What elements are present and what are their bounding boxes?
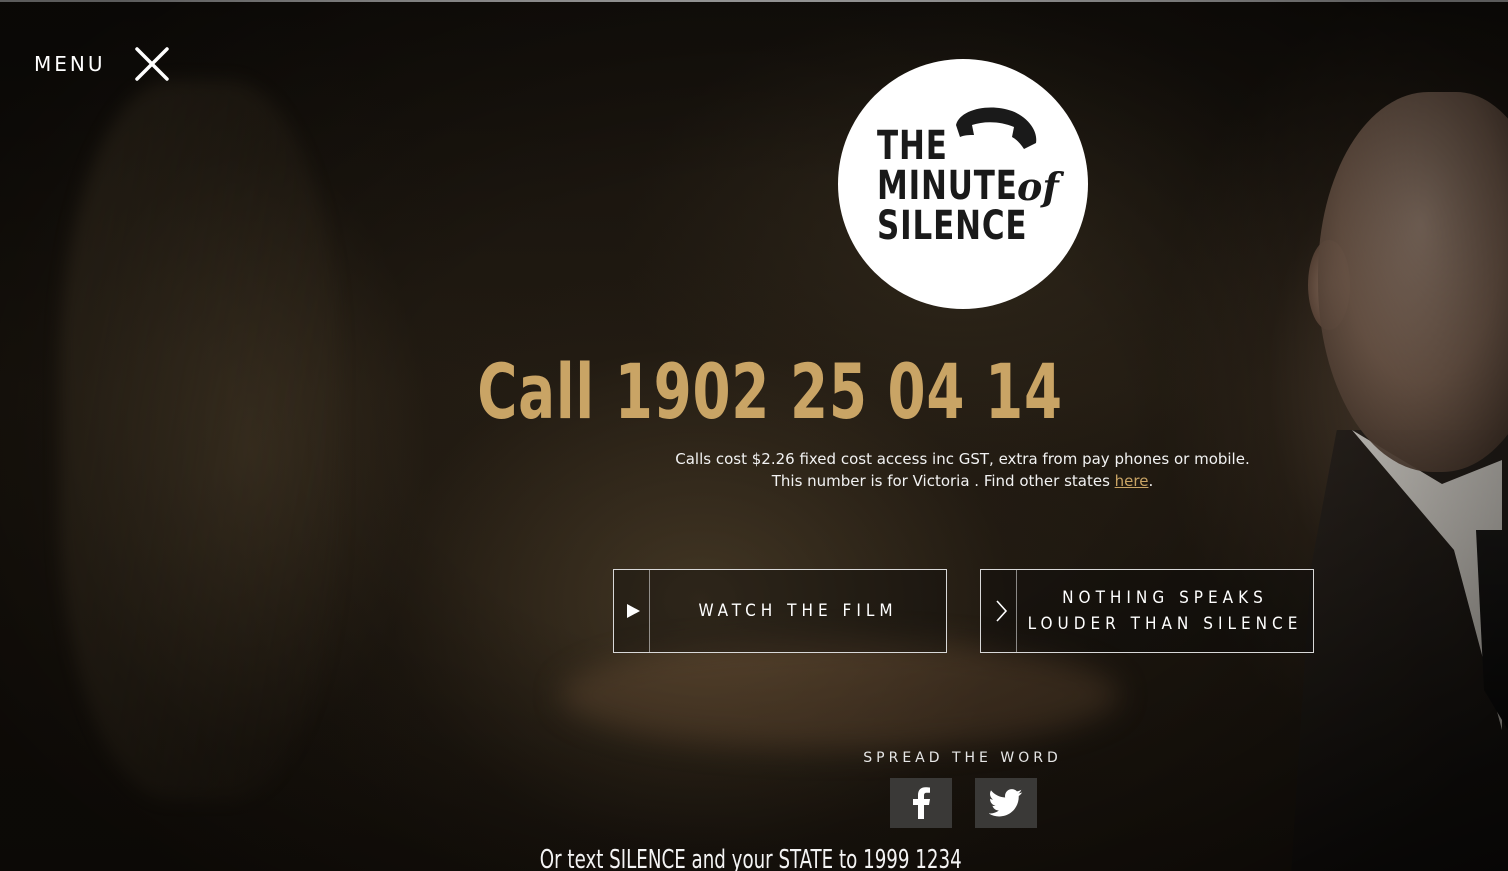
chevron-right-icon bbox=[991, 599, 1009, 623]
call-headline: Call 1902 25 04 14 bbox=[477, 347, 1063, 436]
state-prefix: This number is for Victoria . Find other… bbox=[771, 472, 1115, 490]
other-states-link[interactable]: here bbox=[1115, 472, 1149, 490]
state-suffix: . bbox=[1148, 472, 1154, 490]
page: MENU THE MINUTE of SILENCE Call 1902 25 … bbox=[0, 0, 1508, 871]
twitter-icon bbox=[989, 789, 1023, 817]
menu-label[interactable]: MENU bbox=[34, 52, 106, 76]
call-cost-text: Calls cost $2.26 fixed cost access inc G… bbox=[675, 450, 1250, 468]
spread-the-word-label: SPREAD THE WORD bbox=[863, 750, 1062, 766]
logo[interactable]: THE MINUTE of SILENCE bbox=[838, 59, 1088, 309]
facebook-share-button[interactable] bbox=[890, 778, 952, 828]
watch-film-label: WATCH THE FILM bbox=[698, 601, 898, 621]
twitter-share-button[interactable] bbox=[975, 778, 1037, 828]
nothing-speaks-line2: LOUDER THAN SILENCE bbox=[1027, 614, 1303, 634]
nothing-speaks-line1: NOTHING SPEAKS bbox=[1062, 588, 1268, 608]
logo-line-silence: SILENCE bbox=[877, 203, 1028, 249]
watch-film-button[interactable]: WATCH THE FILM bbox=[613, 569, 947, 653]
call-state-text: This number is for Victoria . Find other… bbox=[600, 470, 1325, 492]
logo-line-the: THE bbox=[877, 123, 948, 169]
facebook-icon bbox=[913, 787, 930, 819]
nothing-speaks-label: NOTHING SPEAKS LOUDER THAN SILENCE bbox=[1017, 570, 1313, 652]
sms-instruction: Or text SILENCE and your STATE to 1999 1… bbox=[539, 845, 962, 871]
nothing-speaks-button[interactable]: NOTHING SPEAKS LOUDER THAN SILENCE bbox=[980, 569, 1314, 653]
logo-line-minute: MINUTE bbox=[877, 163, 1018, 209]
close-icon[interactable] bbox=[134, 46, 170, 82]
call-info: Calls cost $2.26 fixed cost access inc G… bbox=[600, 448, 1325, 492]
phone-icon bbox=[950, 103, 1042, 163]
play-icon bbox=[624, 599, 642, 623]
